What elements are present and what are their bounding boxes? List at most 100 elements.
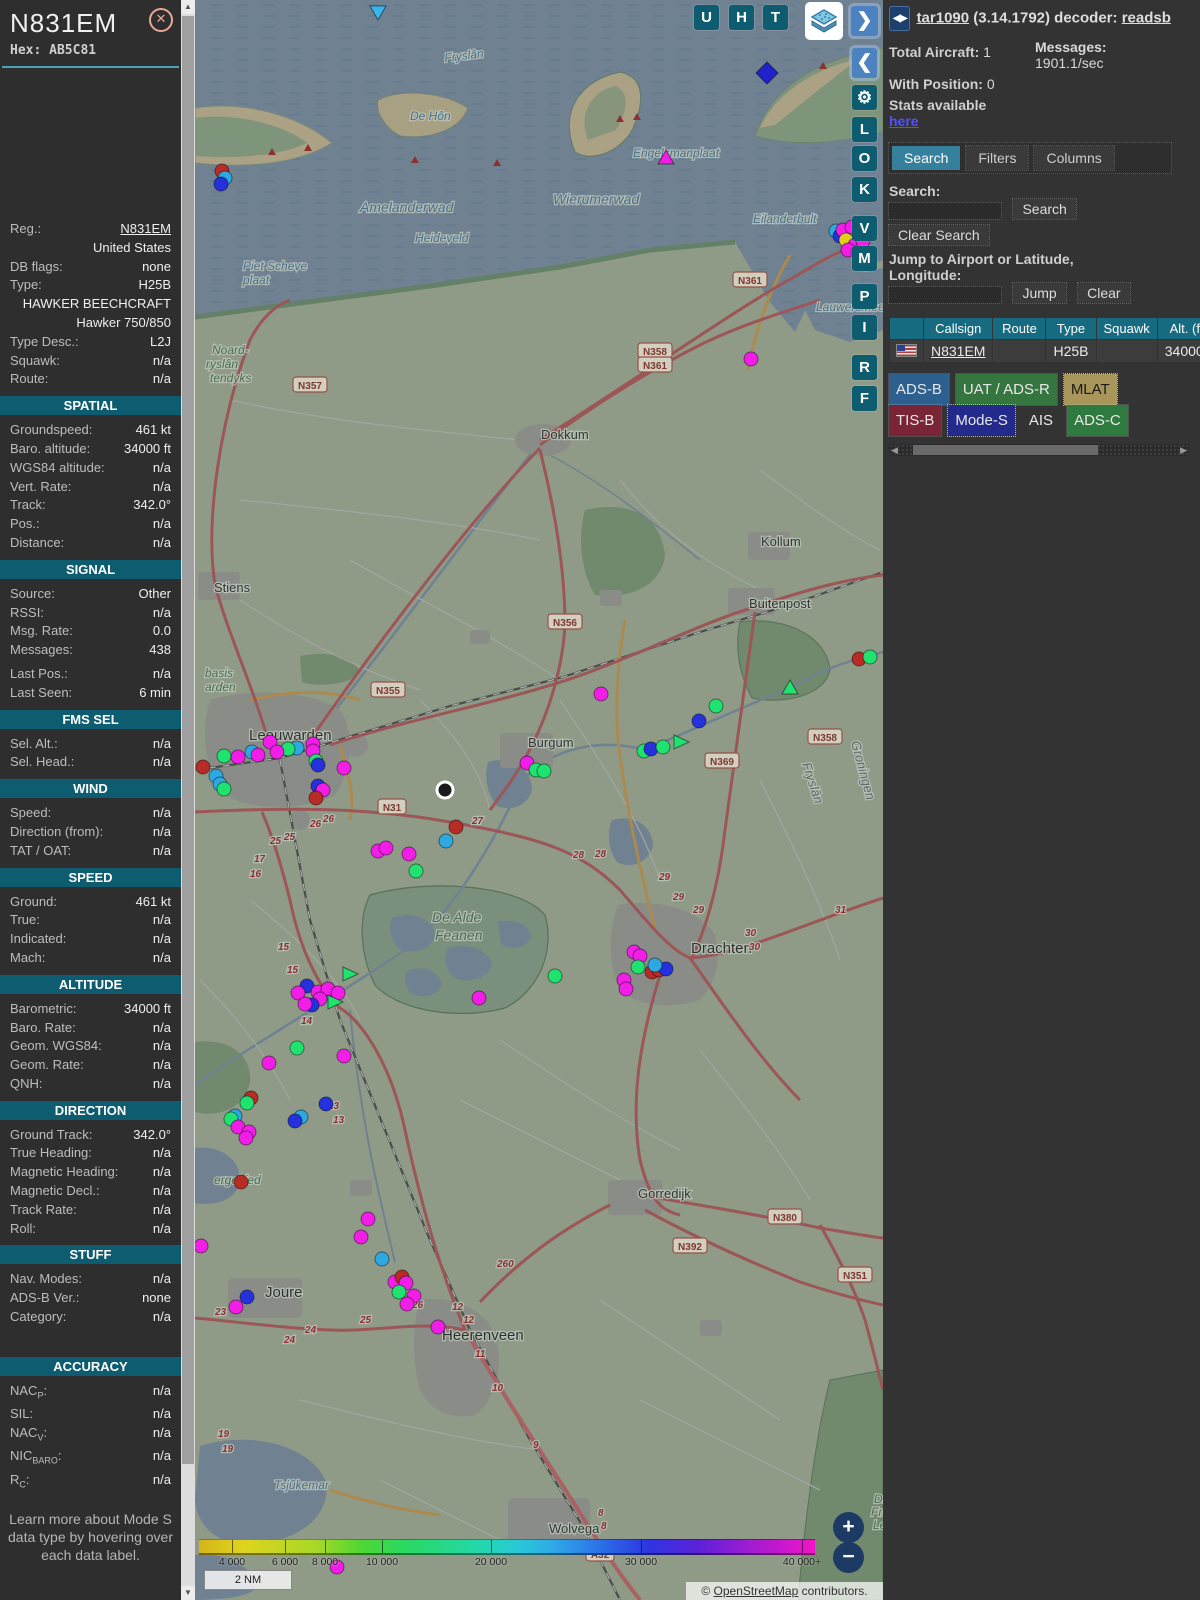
column-header[interactable]: Route (993, 318, 1046, 339)
sidebar-expand-button[interactable]: ❯ (851, 6, 878, 36)
search-input[interactable] (888, 201, 1002, 220)
aircraft-history-dot[interactable] (239, 1289, 255, 1305)
column-header[interactable]: Type (1046, 318, 1096, 339)
aircraft-history-dot[interactable] (743, 351, 759, 367)
aircraft-history-dot[interactable] (655, 739, 671, 755)
layer-switcher-button[interactable] (805, 2, 843, 40)
table-row[interactable]: N831EM H25B 34000 (890, 340, 1200, 362)
aircraft-history-dot[interactable] (536, 763, 552, 779)
aircraft-history-dot[interactable] (708, 698, 724, 714)
aircraft-history-dot[interactable] (408, 863, 424, 879)
map[interactable]: Fryslân De Hôn Engelsmanplaat Wierumerwad Am… (195, 0, 883, 1600)
aircraft-history-dot[interactable] (261, 1055, 277, 1071)
aircraft-history-dot[interactable] (310, 757, 326, 773)
aircraft-history-dot[interactable] (233, 1174, 249, 1190)
aircraft-history-dot[interactable] (353, 1229, 369, 1245)
aircraft-history-dot[interactable] (195, 1238, 209, 1254)
aircraft-history-dot[interactable] (438, 833, 454, 849)
column-header[interactable]: Alt. (ft) (1157, 318, 1200, 339)
settings-gear-icon[interactable]: ⚙ (852, 85, 877, 110)
callsign-link[interactable]: N831EM (931, 343, 985, 359)
aircraft-history-dot[interactable] (230, 749, 246, 765)
aircraft-history-dot[interactable] (448, 819, 464, 835)
zoom-out-button[interactable]: − (833, 1542, 864, 1573)
map-button-k[interactable]: K (852, 177, 877, 202)
aircraft-history-dot[interactable] (250, 747, 266, 763)
map-button-h[interactable]: H (729, 5, 754, 30)
sidebar-collapse-button[interactable]: ❮ (852, 48, 877, 78)
aircraft-history-dot[interactable] (216, 748, 232, 764)
aircraft-history-dot[interactable] (430, 1319, 446, 1335)
aircraft-history-dot[interactable] (618, 981, 634, 997)
tab-columns[interactable]: Columns (1033, 145, 1115, 171)
panel-resize-icon[interactable]: ◀▶ (889, 6, 911, 31)
map-button-i[interactable]: I (852, 315, 877, 340)
column-header[interactable]: Callsign (924, 318, 993, 339)
aircraft-history-dot[interactable] (593, 686, 609, 702)
map-canvas[interactable]: FryslânDe HônEngelsmanplaatWierumerwadAm… (195, 0, 883, 1600)
table-horizontal-scrollbar[interactable]: ◀ ▶ (889, 444, 1189, 456)
scroll-left-icon[interactable]: ◀ (891, 444, 898, 456)
left-panel-scrollbar[interactable]: ▲ ▼ (181, 0, 195, 1600)
map-button-t[interactable]: T (763, 5, 788, 30)
row-value: n/a (152, 1057, 171, 1073)
scroll-up-icon[interactable]: ▲ (181, 0, 195, 14)
clear-search-button[interactable]: Clear Search (888, 224, 990, 246)
aircraft-history-dot[interactable] (336, 1048, 352, 1064)
map-button-m[interactable]: M (852, 246, 877, 271)
aircraft-history-dot[interactable] (216, 781, 232, 797)
aircraft-history-dot[interactable] (318, 1096, 334, 1112)
search-button[interactable]: Search (1012, 198, 1077, 220)
aircraft-history-dot[interactable] (238, 1130, 254, 1146)
aircraft-history-dot[interactable] (399, 1296, 415, 1312)
aircraft-history-dot[interactable] (547, 968, 563, 984)
registration-link[interactable]: N831EM (120, 221, 171, 236)
aircraft-history-dot[interactable] (287, 1113, 303, 1129)
map-button-l[interactable]: L (852, 117, 877, 142)
aircraft-history-dot[interactable] (391, 1284, 407, 1300)
osm-link[interactable]: OpenStreetMap (714, 1584, 799, 1598)
map-button-v[interactable]: V (852, 216, 877, 241)
map-button-u[interactable]: U (694, 5, 719, 30)
aircraft-history-dot[interactable] (862, 649, 878, 665)
close-icon[interactable]: ✕ (149, 8, 173, 32)
aircraft-history-dot[interactable] (378, 840, 394, 856)
column-header[interactable]: Squawk (1096, 318, 1157, 339)
map-button-p[interactable]: P (852, 284, 877, 309)
stats-here-link[interactable]: here (889, 113, 919, 129)
tar1090-link[interactable]: tar1090 (917, 9, 970, 26)
row-label: Groundspeed: (10, 422, 93, 438)
aircraft-history-dot[interactable] (308, 790, 324, 806)
scroll-down-icon[interactable]: ▼ (181, 1586, 195, 1600)
jump-clear-button[interactable]: Clear (1077, 282, 1131, 304)
scrollbar-thumb[interactable] (913, 445, 1098, 455)
source-badge-adsb: ADS-B (888, 373, 950, 406)
tab-search[interactable]: Search (892, 146, 961, 170)
aircraft-history-dot[interactable] (228, 1299, 244, 1315)
column-header[interactable] (890, 318, 923, 339)
map-button-r[interactable]: R (852, 355, 877, 380)
jump-button[interactable]: Jump (1012, 282, 1067, 304)
readsb-link[interactable]: readsb (1122, 9, 1171, 26)
aircraft-history-dot[interactable] (691, 713, 707, 729)
aircraft-history-dot[interactable] (374, 1251, 390, 1267)
aircraft-history-dot[interactable] (195, 759, 211, 775)
tab-filters[interactable]: Filters (965, 145, 1030, 171)
aircraft-history-dot[interactable] (360, 1211, 376, 1227)
aircraft-history-dot[interactable] (213, 176, 229, 192)
aircraft-history-dot[interactable] (401, 846, 417, 862)
aircraft-history-dot[interactable] (336, 760, 352, 776)
aircraft-history-dot[interactable] (289, 1040, 305, 1056)
map-button-o[interactable]: O (852, 146, 877, 171)
aircraft-history-dot[interactable] (471, 990, 487, 1006)
aircraft-history-dot[interactable] (647, 957, 663, 973)
map-button-f[interactable]: F (852, 386, 877, 411)
scrollbar-thumb[interactable] (182, 16, 194, 1464)
jump-input[interactable] (888, 285, 1002, 304)
aircraft-history-dot[interactable] (269, 744, 285, 760)
scroll-right-icon[interactable]: ▶ (1180, 444, 1187, 456)
aircraft-history-dot[interactable] (630, 959, 646, 975)
aircraft-history-dot[interactable] (297, 996, 313, 1012)
aircraft-history-dot[interactable] (239, 1095, 255, 1111)
zoom-in-button[interactable]: + (833, 1512, 864, 1543)
